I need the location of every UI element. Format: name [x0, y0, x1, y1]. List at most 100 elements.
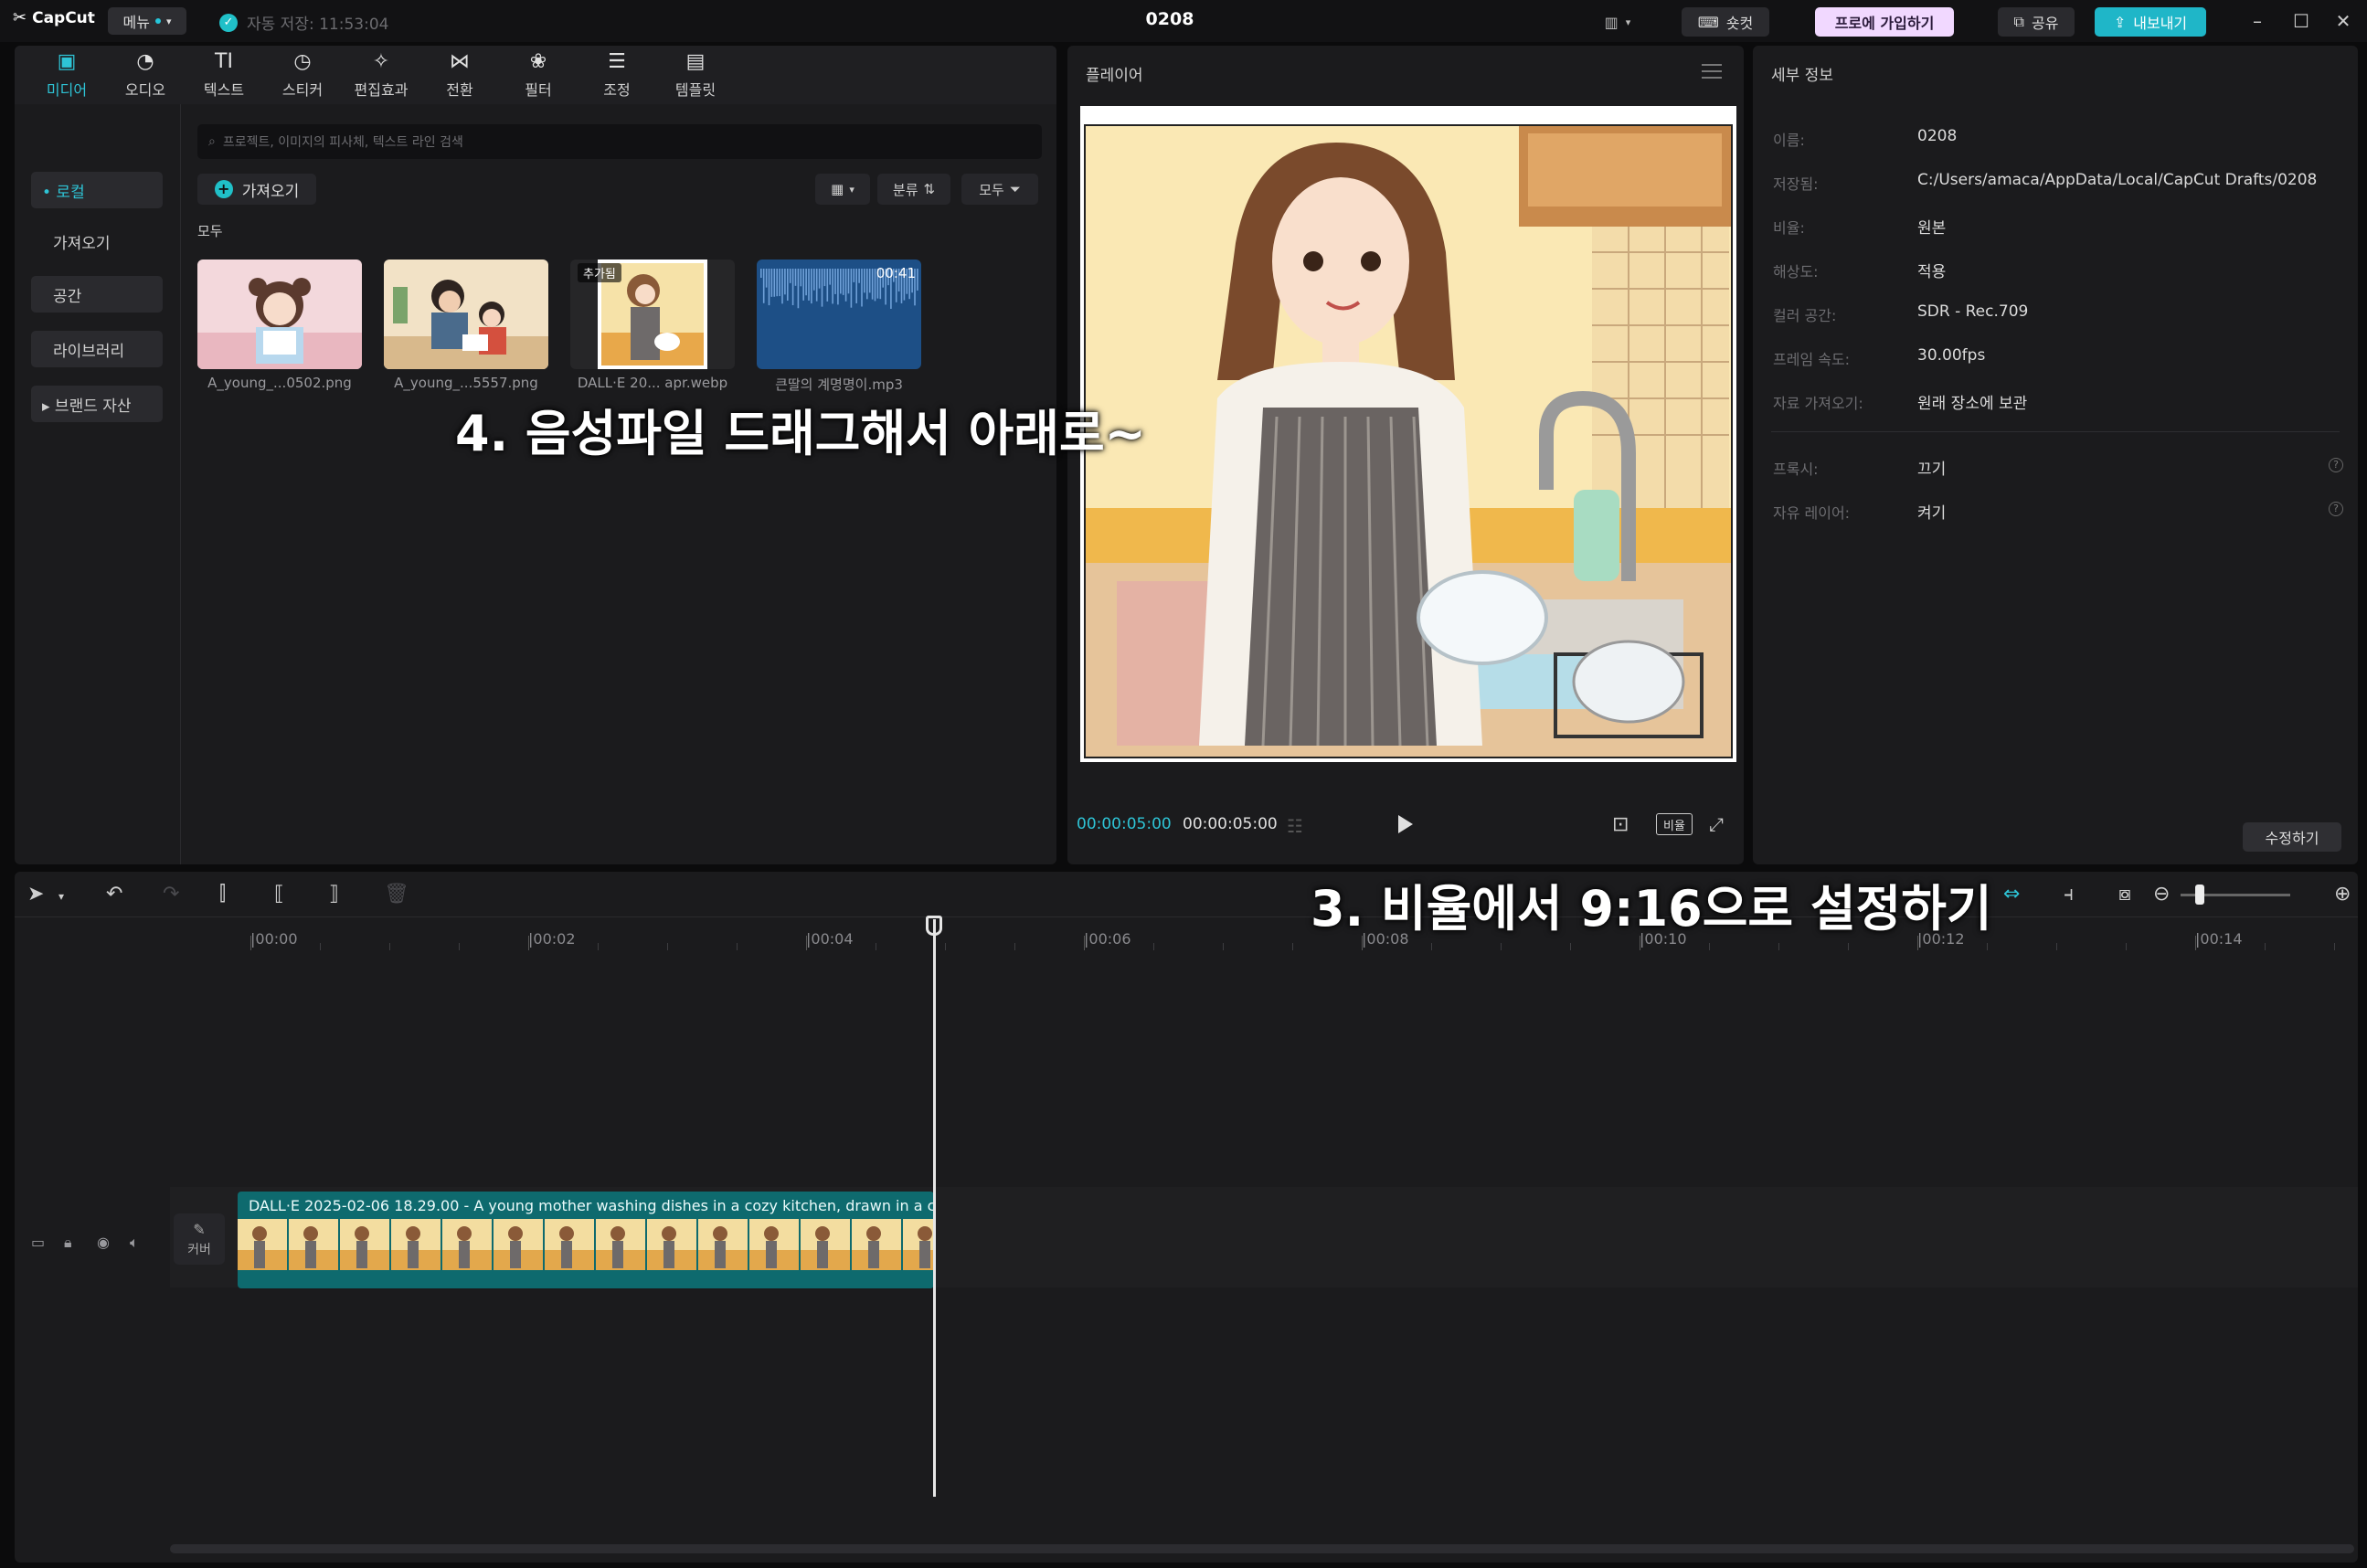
ruler-minor-tick — [945, 943, 946, 950]
select-cursor-icon[interactable]: ➤ — [27, 883, 44, 906]
detail-label: 자료 가져오기: — [1773, 395, 1863, 412]
zoom-fit-icon[interactable]: ⊕ — [2334, 883, 2351, 906]
pro-join-button[interactable]: 프로에 가입하기 — [1815, 7, 1954, 37]
zoom-slider-handle[interactable] — [2195, 885, 2204, 905]
hamburger-icon[interactable] — [1702, 64, 1722, 79]
fit-view-icon[interactable]: ⊡ — [1612, 813, 1629, 836]
split-left-icon[interactable]: ⟦ — [274, 883, 284, 906]
timeline-list-icon[interactable]: ☷ — [1287, 815, 1303, 837]
layout-icon: ▥ — [1604, 13, 1619, 31]
tab-text[interactable]: TI 텍스트 — [185, 46, 263, 104]
fullscreen-icon[interactable]: ⤢ — [1709, 813, 1724, 835]
media-search-input[interactable]: ⌕ 프로젝트, 이미지의 피사체, 텍스트 라인 검색 — [197, 124, 1042, 159]
sidebar-item-local[interactable]: • 로컬 — [31, 172, 163, 208]
ruler-minor-tick — [389, 943, 390, 950]
cover-button[interactable]: ✎ 커버 — [174, 1213, 225, 1265]
media-item-audio[interactable]: 00:41 — [757, 260, 921, 369]
link-icon[interactable]: ⇔ — [2003, 883, 2020, 906]
keyboard-icon: ⌨ — [1697, 13, 1719, 31]
check-icon: ✓ — [219, 13, 238, 32]
timeline-scrollbar[interactable] — [170, 1544, 2354, 1553]
view-mode-button[interactable]: ▦ ▾ — [815, 174, 870, 205]
layout-button[interactable]: ▥ ▾ — [1592, 7, 1643, 37]
track-type-icon[interactable]: ▭ — [31, 1234, 45, 1251]
ratio-button[interactable]: 비율 — [1656, 813, 1693, 835]
tab-sticker[interactable]: ◷ 스티커 — [263, 46, 342, 104]
lock-icon[interactable]: 🔒︎ — [64, 1234, 72, 1252]
detail-label: 저장됨: — [1773, 175, 1819, 193]
media-item-father-daughter[interactable] — [384, 260, 548, 369]
ruler-label: |00:00 — [250, 930, 298, 948]
sidebar-item-import[interactable]: 가져오기 — [31, 223, 163, 260]
eye-icon[interactable]: ◉ — [97, 1234, 110, 1251]
search-icon: ⌕ — [208, 134, 216, 149]
detail-value: SDR - Rec.709 — [1917, 302, 2029, 321]
zoom-out-icon[interactable]: ⊖ — [2153, 883, 2170, 906]
tab-label: 스티커 — [281, 81, 324, 99]
ruler-minor-tick — [1014, 943, 1015, 950]
media-item-girl-reading[interactable] — [197, 260, 362, 369]
tab-filter[interactable]: ❀ 필터 — [499, 46, 578, 104]
ruler-minor-tick — [2126, 943, 2127, 950]
ruler-minor-tick — [1223, 943, 1224, 950]
tab-label: 조정 — [603, 81, 631, 99]
media-item-mother-dishes[interactable]: 추가됨 — [570, 260, 735, 369]
added-badge: 추가됨 — [578, 263, 621, 282]
ruler-label: |00:02 — [528, 930, 576, 948]
tab-effects[interactable]: ✧ 편집효과 — [342, 46, 420, 104]
ruler-minor-tick — [1292, 943, 1293, 950]
shortcut-button[interactable]: ⌨ 숏컷 — [1682, 7, 1769, 37]
details-panel: 세부 정보 이름: 0208 저장됨: C:/Users/amaca/AppData/… — [1753, 46, 2358, 864]
detail-label: 컬러 공간: — [1773, 307, 1837, 324]
play-icon[interactable] — [1398, 815, 1413, 833]
split-screen-icon[interactable]: ⫞ — [2064, 883, 2074, 906]
video-clip[interactable]: DALL·E 2025-02-06 18.29.00 - A young mot… — [238, 1192, 934, 1288]
detail-value: 끄기 — [1917, 461, 1947, 479]
maximize-icon[interactable]: ☐ — [2283, 7, 2319, 35]
split-icon[interactable]: ⫿ — [219, 883, 226, 906]
speaker-icon[interactable]: 🔈︎ — [130, 1234, 139, 1252]
menu-button[interactable]: 메뉴 ▾ — [108, 7, 186, 35]
filter-button[interactable]: 모두 ⏷ — [961, 174, 1038, 205]
delete-icon[interactable]: 🗑 — [384, 883, 409, 906]
preview-frame[interactable] — [1080, 106, 1736, 762]
playhead[interactable] — [933, 919, 936, 1497]
filter-icon: ❀ — [529, 50, 547, 73]
timeline-ruler[interactable]: |00:00 |00:02 |00:04 |00:06 |00:08 |00:10 |00:… — [170, 917, 2358, 954]
transition-icon: ⋈ — [450, 50, 470, 73]
ruler-minor-tick — [1570, 943, 1571, 950]
tab-transition[interactable]: ⋈ 전환 — [420, 46, 499, 104]
total-time: 00:00:05:00 — [1183, 815, 1278, 833]
detail-value: 원래 장소에 보관 — [1917, 395, 2028, 413]
info-icon[interactable]: ? — [2329, 458, 2343, 472]
tab-audio[interactable]: ◔ 오디오 — [106, 46, 185, 104]
section-label: 모두 — [197, 223, 223, 239]
chevron-down-icon[interactable]: ▾ — [58, 890, 64, 903]
info-icon[interactable]: ? — [2329, 502, 2343, 516]
tab-label: 오디오 — [124, 81, 166, 99]
undo-icon[interactable]: ↶ — [106, 883, 122, 906]
share-button[interactable]: ⧉ 공유 — [1998, 7, 2075, 37]
tab-adjust[interactable]: ☰ 조정 — [578, 46, 656, 104]
close-icon[interactable]: ✕ — [2325, 7, 2362, 35]
chevron-down-icon: ▾ — [165, 15, 172, 27]
ruler-minor-tick — [737, 943, 738, 950]
tab-template[interactable]: ▤ 템플릿 — [656, 46, 735, 104]
grid-icon: ▦ — [831, 181, 844, 197]
redo-icon[interactable]: ↷ — [163, 883, 179, 906]
sidebar-item-brand-assets[interactable]: ▸ 브랜드 자산 — [31, 386, 163, 422]
import-button[interactable]: + 가져오기 — [197, 174, 316, 205]
minimize-icon[interactable]: – — [2239, 7, 2276, 35]
export-button[interactable]: ⇪ 내보내기 — [2095, 7, 2206, 37]
modify-button[interactable]: 수정하기 — [2243, 822, 2341, 852]
preview-axis-icon[interactable]: ⧇ — [2118, 883, 2131, 906]
tab-media[interactable]: ▣ 미디어 — [27, 46, 106, 104]
share-icon: ⧉ — [2013, 13, 2024, 30]
sidebar-item-space[interactable]: 공간 — [31, 276, 163, 313]
sidebar-item-library[interactable]: 라이브러리 — [31, 331, 163, 367]
detail-label: 프록시: — [1773, 461, 1819, 478]
clip-filmstrip — [238, 1219, 934, 1270]
detail-value: 0208 — [1917, 127, 1958, 145]
split-right-icon[interactable]: ⟧ — [329, 883, 339, 906]
sort-button[interactable]: 분류 ⇅ — [877, 174, 950, 205]
